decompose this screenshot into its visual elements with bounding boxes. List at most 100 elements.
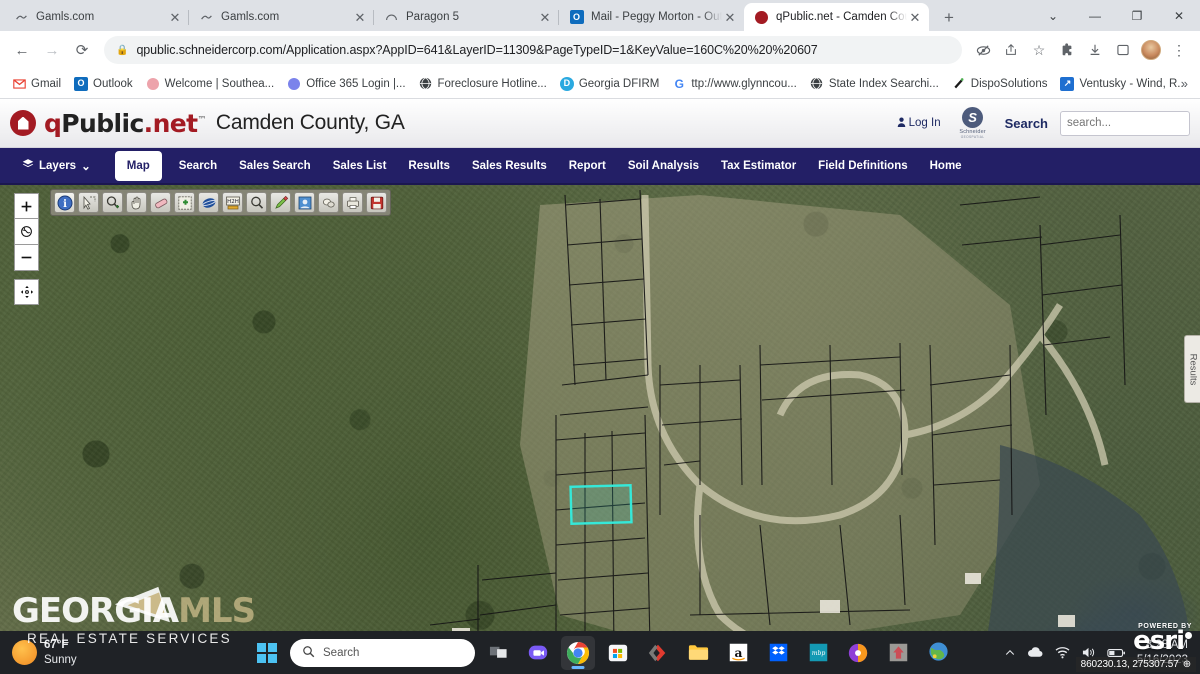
realtor-app-icon[interactable]	[881, 636, 915, 670]
bookmark-item[interactable]: Office 365 Login |...	[281, 74, 411, 94]
browser-tab-active[interactable]: qPublic.net - Camden County ✕	[744, 3, 929, 31]
bookmark-item[interactable]: D Georgia DFIRM	[554, 74, 666, 94]
bookmark-item[interactable]: DispoSolutions	[946, 74, 1054, 94]
task-view-button[interactable]	[481, 636, 515, 670]
search-label[interactable]: Search	[1005, 116, 1048, 131]
close-icon[interactable]: ✕	[722, 9, 738, 25]
zoom-in-button[interactable]	[14, 193, 39, 219]
close-icon[interactable]: ✕	[537, 9, 553, 25]
zoom-out-button[interactable]	[14, 245, 39, 271]
wifi-icon[interactable]	[1055, 646, 1070, 659]
identify-tool-button[interactable]: i	[54, 192, 75, 213]
browser-tab[interactable]: Paragon 5 ✕	[373, 3, 559, 31]
zoom-full-extent-button[interactable]	[14, 219, 39, 245]
taskbar-search-box[interactable]: Search	[290, 638, 475, 667]
tab-home[interactable]: Home	[919, 147, 973, 184]
zoom-in-tool-button[interactable]	[102, 192, 123, 213]
minimize-button[interactable]: —	[1074, 0, 1116, 31]
tab-tax-estimator[interactable]: Tax Estimator	[710, 147, 807, 184]
qpublic-header-right: Log In S Schneider GEOSPATIAL Search	[897, 107, 1200, 139]
close-window-button[interactable]: ✕	[1158, 0, 1200, 31]
dfirm-icon: D	[559, 76, 574, 91]
search-tool-button[interactable]	[246, 192, 267, 213]
new-tab-button[interactable]: +	[935, 3, 963, 31]
close-icon[interactable]: ✕	[907, 9, 923, 25]
tab-results[interactable]: Results	[397, 147, 461, 184]
browser-tab[interactable]: Gamls.com ✕	[4, 3, 189, 31]
bookmark-item[interactable]: O Outlook	[68, 74, 139, 94]
crosshair-icon[interactable]: ⊕	[1183, 659, 1191, 670]
bookmark-item[interactable]: ↗ Ventusky - Wind, R...	[1054, 74, 1192, 94]
results-side-tab[interactable]: Results	[1184, 335, 1200, 403]
tab-soil-analysis[interactable]: Soil Analysis	[617, 147, 710, 184]
schneider-logo[interactable]: S Schneider GEOSPATIAL	[953, 107, 993, 139]
bookmark-item[interactable]: Gmail	[6, 74, 67, 94]
profile-avatar[interactable]	[1138, 37, 1164, 63]
download-icon[interactable]	[1082, 37, 1108, 63]
tab-sales-search[interactable]: Sales Search	[228, 147, 322, 184]
mbp-app-icon[interactable]: mbp	[801, 636, 835, 670]
tab-map[interactable]: Map	[114, 150, 162, 181]
chrome-menu-icon[interactable]: ⋮	[1166, 37, 1192, 63]
add-layer-tool-button[interactable]	[174, 192, 195, 213]
login-link[interactable]: Log In	[897, 117, 941, 130]
start-button[interactable]	[250, 642, 284, 663]
paint-earth-icon[interactable]	[921, 636, 955, 670]
extensions-icon[interactable]	[1054, 37, 1080, 63]
side-panel-icon[interactable]	[1110, 37, 1136, 63]
address-bar[interactable]: 🔒 qpublic.schneidercorp.com/Application.…	[104, 36, 962, 64]
dropbox-icon[interactable]	[761, 636, 795, 670]
file-explorer-icon[interactable]	[681, 636, 715, 670]
aerial-basemap-tool-button[interactable]	[198, 192, 219, 213]
layers-dropdown[interactable]: Layers ⌄	[22, 158, 103, 173]
cloud-icon[interactable]	[1027, 646, 1044, 659]
measure-tool-button[interactable]: H2H	[222, 192, 243, 213]
tab-sales-results[interactable]: Sales Results	[461, 147, 558, 184]
reload-button[interactable]: ⟳	[68, 36, 96, 64]
star-icon[interactable]: ☆	[1026, 37, 1052, 63]
maximize-button[interactable]: ❐	[1116, 0, 1158, 31]
microsoft-store-icon[interactable]	[601, 636, 635, 670]
search-input[interactable]	[1067, 117, 1200, 129]
back-button[interactable]: ←	[8, 36, 36, 64]
bookmark-item[interactable]: Foreclosure Hotline...	[413, 74, 553, 94]
forward-button[interactable]: →	[38, 36, 66, 64]
window-controls: ⌄ — ❐ ✕	[1032, 0, 1200, 31]
adobe-icon[interactable]	[641, 636, 675, 670]
select-parcel-tool-button[interactable]	[78, 192, 99, 213]
search-box[interactable]	[1060, 110, 1200, 136]
firefox-focus-icon[interactable]	[841, 636, 875, 670]
share-icon[interactable]	[998, 37, 1024, 63]
bookmark-item[interactable]: G ttp://www.glynncou...	[666, 74, 802, 94]
erase-tool-button[interactable]	[150, 192, 171, 213]
taskbar-apps: Search a mbp	[250, 635, 955, 670]
bookmarks-bar: Gmail O Outlook Welcome | Southea... Off…	[0, 69, 1200, 99]
draw-tool-button[interactable]	[270, 192, 291, 213]
bookmark-item[interactable]: Welcome | Southea...	[140, 74, 281, 94]
weather-widget[interactable]: 67°F Sunny	[0, 638, 250, 667]
tab-field-definitions[interactable]: Field Definitions	[807, 147, 918, 184]
amazon-icon[interactable]: a	[721, 636, 755, 670]
tab-sales-list[interactable]: Sales List	[322, 147, 398, 184]
sketch-tool-button[interactable]	[318, 192, 339, 213]
tab-search-chevron-icon[interactable]: ⌄	[1032, 0, 1074, 31]
close-icon[interactable]: ✕	[167, 9, 183, 25]
browser-tab[interactable]: O Mail - Peggy Morton - Outlo ✕	[558, 3, 744, 31]
street-view-tool-button[interactable]	[294, 192, 315, 213]
tab-search[interactable]: Search	[168, 147, 228, 184]
print-tool-button[interactable]	[342, 192, 363, 213]
map-canvas[interactable]: i H2H Results POWERED BY esri 860230.13,…	[0, 185, 1200, 674]
chrome-icon[interactable]	[561, 635, 595, 670]
bookmark-item[interactable]: State Index Searchi...	[804, 74, 945, 94]
chevron-up-icon[interactable]	[1004, 647, 1016, 659]
eye-slash-icon[interactable]	[970, 37, 996, 63]
tab-report[interactable]: Report	[558, 147, 617, 184]
pan-home-button[interactable]	[14, 279, 39, 305]
pan-tool-button[interactable]	[126, 192, 147, 213]
chat-teams-icon[interactable]	[521, 636, 555, 670]
close-icon[interactable]: ✕	[352, 9, 368, 25]
browser-tab[interactable]: Gamls.com ✕	[188, 3, 374, 31]
save-tool-button[interactable]	[366, 192, 387, 213]
qpublic-logo[interactable]: qPublic.net™	[10, 109, 207, 138]
bookmarks-overflow-button[interactable]: »	[1175, 74, 1194, 93]
